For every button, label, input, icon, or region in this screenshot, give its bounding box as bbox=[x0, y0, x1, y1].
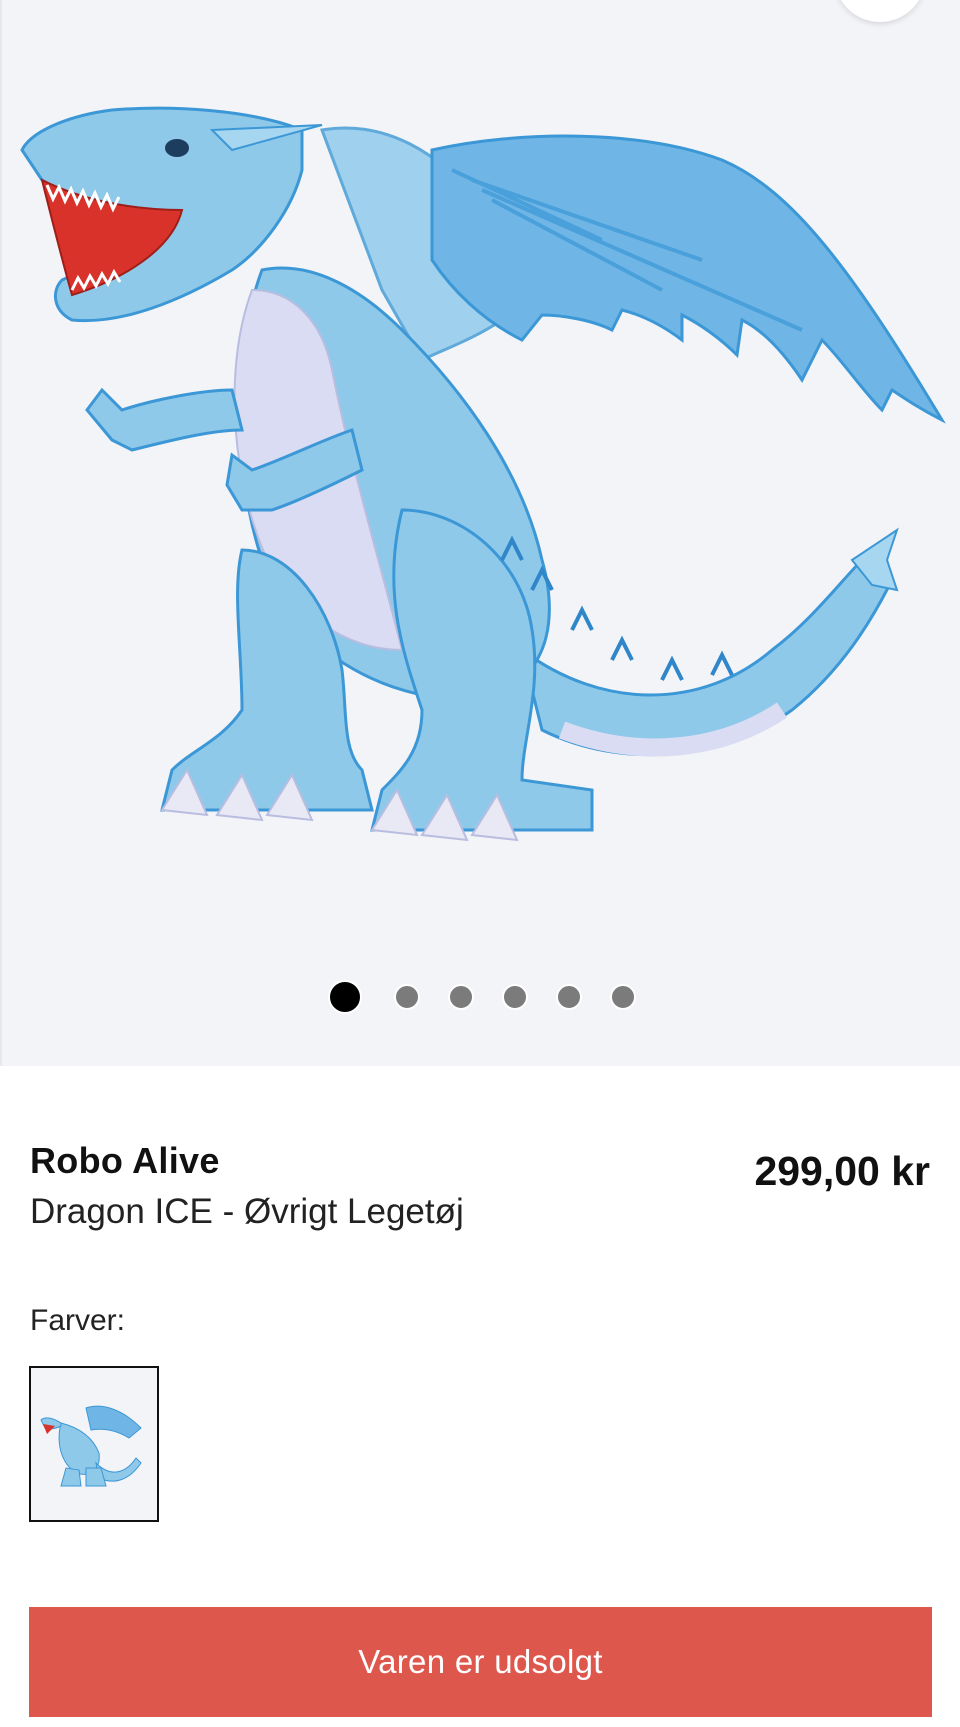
product-image-gallery[interactable] bbox=[0, 0, 960, 1066]
colors-label: Farver: bbox=[30, 1304, 126, 1337]
sold-out-button[interactable]: Varen er udsolgt bbox=[29, 1607, 932, 1717]
slide-dot[interactable] bbox=[556, 984, 582, 1010]
blue-dragon-thumbnail bbox=[31, 1368, 157, 1520]
slide-dot[interactable] bbox=[394, 984, 420, 1010]
slide-dot[interactable] bbox=[610, 984, 636, 1010]
favorite-button[interactable] bbox=[834, 0, 926, 22]
color-swatch-selected[interactable] bbox=[29, 1366, 159, 1522]
slide-dot[interactable] bbox=[502, 984, 528, 1010]
blue-dragon-toy-image bbox=[20, 106, 946, 842]
slide-dot[interactable] bbox=[448, 984, 474, 1010]
product-info: Robo Alive Dragon ICE - Øvrigt Legetøj 2… bbox=[30, 1140, 930, 1232]
slide-indicator bbox=[2, 980, 960, 1014]
slide-dot-active[interactable] bbox=[328, 980, 362, 1014]
product-price: 299,00 kr bbox=[754, 1148, 930, 1194]
product-name: Dragon ICE - Øvrigt Legetøj bbox=[30, 1192, 464, 1231]
